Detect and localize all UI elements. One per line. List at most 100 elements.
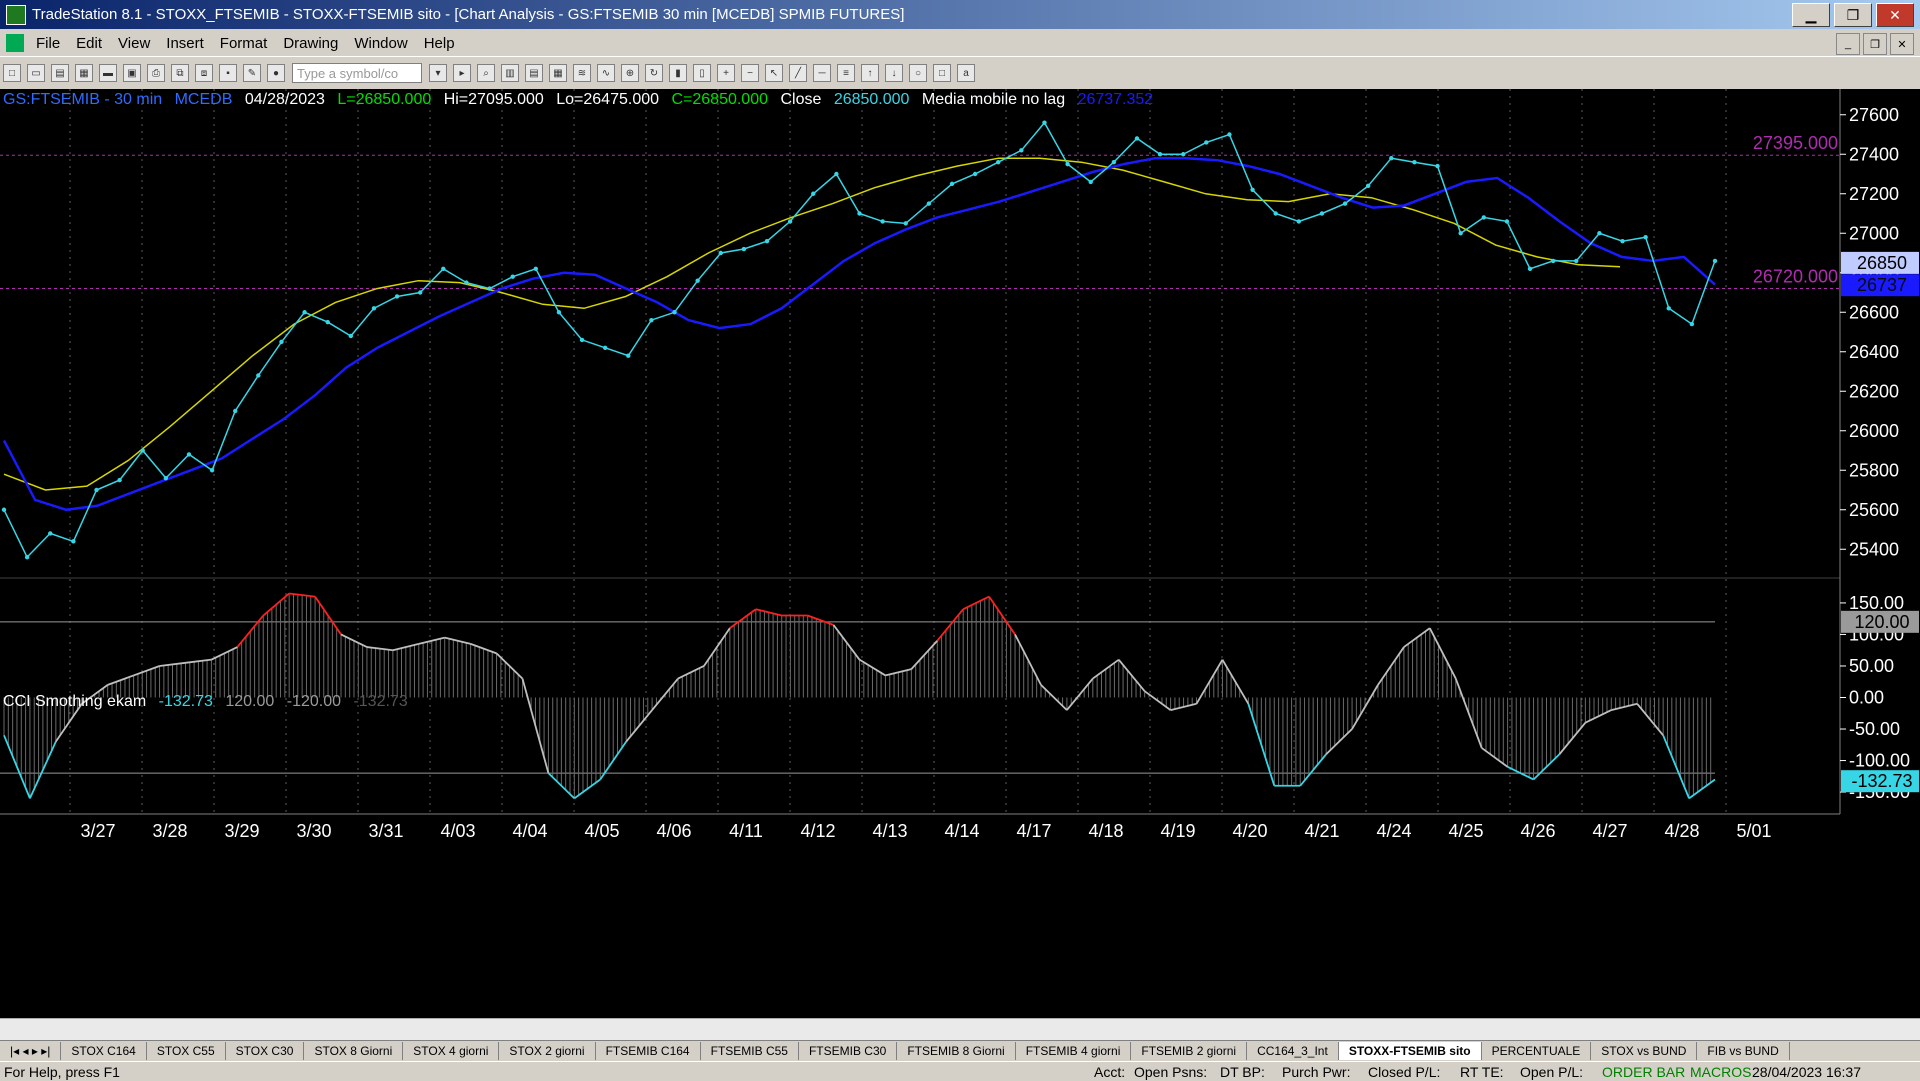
matrix-icon[interactable]: ▦ xyxy=(549,64,567,82)
y-tick-label: 26600 xyxy=(1849,302,1899,322)
zoom-out-icon[interactable]: − xyxy=(741,64,759,82)
trendline-icon[interactable]: ╱ xyxy=(789,64,807,82)
folder-icon[interactable]: ▬ xyxy=(99,64,117,82)
link-icon[interactable]: ⊕ xyxy=(621,64,639,82)
radar-screen-icon[interactable]: ▤ xyxy=(525,64,543,82)
pointer-icon[interactable]: ↖ xyxy=(765,64,783,82)
chart-area[interactable]: 3/27 3/28 3/29 3/30 3/31 4/03 4/04 4/05 4/06 4/11… xyxy=(0,89,1920,1018)
price-point xyxy=(1504,219,1510,224)
workspace-icon[interactable]: ▤ xyxy=(51,64,69,82)
workspace-tab[interactable]: FTSEMIB C55 xyxy=(701,1042,799,1060)
symbol-dropdown-icon[interactable]: ▾ xyxy=(429,64,447,82)
workspace-tab-bar: |◂ ◂ ▸ ▸| STOX C164 STOX C55 STOX C30 STOX … xyxy=(0,1040,1920,1061)
price-point xyxy=(302,310,307,315)
workspace-tab[interactable]: STOX C30 xyxy=(226,1042,305,1060)
status-order-bar[interactable]: ORDER BAR xyxy=(1602,1064,1690,1080)
mdi-minimize-button[interactable]: _ xyxy=(1836,33,1860,55)
zoom-in-icon[interactable]: + xyxy=(717,64,735,82)
workspace-tab[interactable]: CC164_3_Int xyxy=(1247,1042,1339,1060)
save-all-icon[interactable]: ▦ xyxy=(75,64,93,82)
new-icon[interactable]: □ xyxy=(3,64,21,82)
symbol-input[interactable]: Type a symbol/co xyxy=(292,63,422,83)
scanner-icon[interactable]: ≋ xyxy=(573,64,591,82)
x-tick-label: 4/12 xyxy=(800,821,835,841)
price-point xyxy=(71,539,76,544)
arrow-up-icon[interactable]: ↑ xyxy=(861,64,879,82)
workspace-tab[interactable]: STOX C164 xyxy=(61,1042,147,1060)
price-point xyxy=(163,475,169,481)
menu-file[interactable]: File xyxy=(28,35,68,52)
price-point xyxy=(787,219,793,224)
paste-icon[interactable]: ⧈ xyxy=(195,64,213,82)
workspace-tab[interactable]: FTSEMIB C30 xyxy=(799,1042,898,1060)
workspace-tab[interactable]: PERCENTUALE xyxy=(1482,1042,1592,1060)
horizontal-scrollbar[interactable] xyxy=(0,1018,1920,1040)
workspace-tab[interactable]: FTSEMIB 4 giorni xyxy=(1016,1042,1132,1060)
workspace-tab[interactable]: STOXX-FTSEMIB sito xyxy=(1338,1042,1482,1060)
price-point xyxy=(1620,238,1625,244)
menu-bar: File Edit View Insert Format Drawing Win… xyxy=(0,30,1920,57)
ellipse-icon[interactable]: ○ xyxy=(909,64,927,82)
bar-chart-icon[interactable]: ▮ xyxy=(669,64,687,82)
x-tick-label: 4/04 xyxy=(512,821,547,841)
minimize-button[interactable]: ▁ xyxy=(1792,3,1830,27)
options-icon[interactable]: ∿ xyxy=(597,64,615,82)
cci-tag-label: 120.00 xyxy=(1854,612,1909,632)
y-tick-label: 27400 xyxy=(1849,144,1899,164)
refresh-icon[interactable]: ↻ xyxy=(645,64,663,82)
menu-view[interactable]: View xyxy=(110,35,158,52)
workspace-tab[interactable]: STOX vs BUND xyxy=(1591,1042,1698,1060)
lookup-icon[interactable]: ⌕ xyxy=(477,64,495,82)
menu-help[interactable]: Help xyxy=(416,35,463,52)
workspace-tab[interactable]: FTSEMIB 2 giorni xyxy=(1131,1042,1248,1060)
menu-drawing[interactable]: Drawing xyxy=(275,35,346,52)
menu-edit[interactable]: Edit xyxy=(68,35,110,52)
arrow-down-icon[interactable]: ↓ xyxy=(885,64,903,82)
workspace-tab[interactable]: FTSEMIB C164 xyxy=(596,1042,701,1060)
x-tick-label: 4/11 xyxy=(729,821,763,841)
workspace-tab[interactable]: FTSEMIB 8 Giorni xyxy=(897,1042,1016,1060)
y-tick-label: 27600 xyxy=(1849,105,1899,125)
price-point xyxy=(718,250,723,256)
lock-icon[interactable]: ▪ xyxy=(219,64,237,82)
tools-icon[interactable]: ✎ xyxy=(243,64,261,82)
price-point xyxy=(1042,120,1047,125)
maximize-button[interactable]: ❐ xyxy=(1834,3,1872,27)
workspace-tab[interactable]: STOX 8 Giorni xyxy=(304,1042,404,1060)
workspace-tab[interactable]: STOX 2 giorni xyxy=(499,1042,596,1060)
price-point xyxy=(996,159,1001,165)
level-label: 27395.000 xyxy=(1753,133,1838,153)
chart-window-icon-tb[interactable]: ▥ xyxy=(501,64,519,82)
menu-insert[interactable]: Insert xyxy=(158,35,212,52)
text-icon[interactable]: a xyxy=(957,64,975,82)
candle-icon[interactable]: ▯ xyxy=(693,64,711,82)
open-icon[interactable]: ▭ xyxy=(27,64,45,82)
horizontal-line-icon[interactable]: ─ xyxy=(813,64,831,82)
workspace-tab[interactable]: FIB vs BUND xyxy=(1697,1042,1790,1060)
workspace-tab[interactable]: STOX 4 giorni xyxy=(403,1042,500,1060)
cci-y-tick-label: -50.00 xyxy=(1849,719,1900,739)
globe-icon[interactable]: ● xyxy=(267,64,285,82)
status-datetime: 28/04/2023 16:37 xyxy=(1752,1063,1861,1080)
workspace-tab[interactable]: STOX C55 xyxy=(147,1042,226,1060)
save-icon[interactable]: ▣ xyxy=(123,64,141,82)
price-point xyxy=(1065,161,1070,167)
tab-nav-arrows[interactable]: |◂ ◂ ▸ ▸| xyxy=(0,1042,62,1060)
cci-value-3: -120.00 xyxy=(286,693,341,710)
price-tag-label: 26850 xyxy=(1857,253,1907,273)
copy-icon[interactable]: ⧉ xyxy=(171,64,189,82)
fibonacci-icon[interactable]: ≡ xyxy=(837,64,855,82)
mdi-restore-button[interactable]: ❐ xyxy=(1863,33,1887,55)
menu-format[interactable]: Format xyxy=(212,35,276,52)
mdi-close-button[interactable]: ✕ xyxy=(1890,33,1914,55)
x-tick-label: 4/24 xyxy=(1376,821,1411,841)
rectangle-icon[interactable]: □ xyxy=(933,64,951,82)
price-point xyxy=(1181,152,1186,157)
close-button[interactable]: ✕ xyxy=(1876,3,1914,27)
print-icon[interactable]: ⎙ xyxy=(147,64,165,82)
play-icon[interactable]: ▸ xyxy=(453,64,471,82)
status-acct: Acct: xyxy=(1094,1063,1126,1080)
cci-tag-label: -132.73 xyxy=(1851,771,1912,791)
status-macros[interactable]: MACROS xyxy=(1690,1064,1752,1080)
menu-window[interactable]: Window xyxy=(346,35,415,52)
